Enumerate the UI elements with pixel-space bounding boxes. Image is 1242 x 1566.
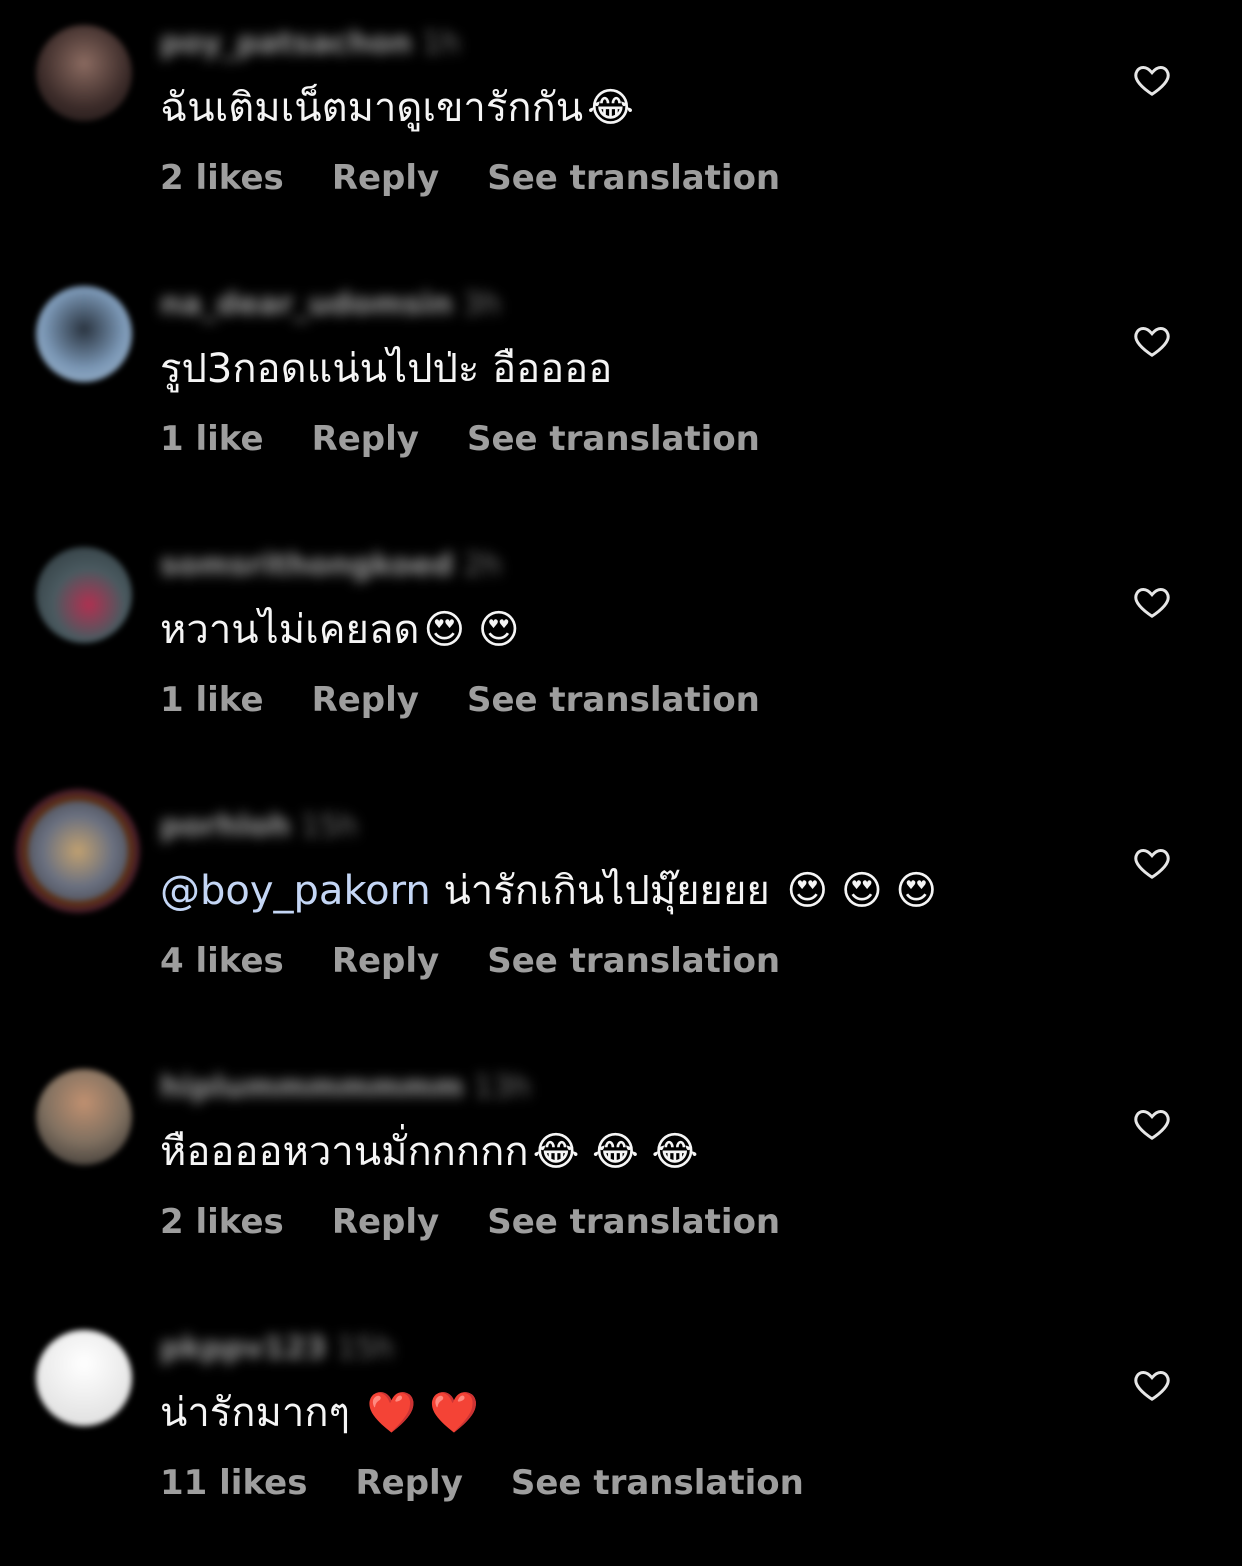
reply-button[interactable]: Reply <box>355 1463 462 1503</box>
reply-button[interactable]: Reply <box>332 941 439 981</box>
heart-icon[interactable] <box>1132 321 1172 361</box>
avatar[interactable] <box>36 1330 132 1426</box>
reply-button[interactable]: Reply <box>332 1202 439 1242</box>
comment-username[interactable]: pkppv123 15h <box>160 1331 394 1366</box>
comment-text: หวานไม่เคยลด 😍 😍 <box>160 607 520 653</box>
emoji: 😍 😍 😍 <box>786 868 938 914</box>
reply-button[interactable]: Reply <box>312 680 419 720</box>
see-translation-button[interactable]: See translation <box>467 419 760 459</box>
comment-username[interactable]: poy_patsachon 1h <box>160 26 460 61</box>
avatar[interactable] <box>36 1069 132 1165</box>
comment-text: @boy_pakorn น่ารักเกินไปมุ๊ยยยย 😍 😍 😍 <box>160 868 938 914</box>
comment-actions: 4 likes Reply See translation <box>160 941 828 981</box>
comment-time: 13h <box>473 1070 531 1105</box>
comment-text: รูป3กอดแน่นไปป่ะ อืออออ <box>160 346 613 392</box>
likes-count[interactable]: 4 likes <box>160 941 284 981</box>
comment-time: 1h <box>421 26 461 61</box>
avatar[interactable] <box>36 547 132 643</box>
comment-username[interactable]: na_dear_udomsin 3h <box>160 287 501 322</box>
avatar[interactable] <box>28 801 128 901</box>
likes-count[interactable]: 1 like <box>160 680 264 720</box>
emoji: 😂 <box>587 85 634 131</box>
comment-time: 15h <box>300 809 358 844</box>
heart-icon[interactable] <box>1132 1104 1172 1144</box>
comment-username[interactable]: somsrithongkoed 2h <box>160 548 502 583</box>
comment-item: somsrithongkoed 2h หวานไม่เคยลด 😍 😍 1 like… <box>0 522 1242 783</box>
comment-text: น่ารักมากๆ ❤️ ❤️ <box>160 1390 480 1436</box>
likes-count[interactable]: 2 likes <box>160 1202 284 1242</box>
comment-time: 15h <box>336 1331 394 1366</box>
see-translation-button[interactable]: See translation <box>487 158 780 198</box>
avatar[interactable] <box>36 286 132 382</box>
reply-button[interactable]: Reply <box>332 158 439 198</box>
likes-count[interactable]: 11 likes <box>160 1463 307 1503</box>
comment-username[interactable]: hiplummmmmmm 13h <box>160 1070 531 1105</box>
see-translation-button[interactable]: See translation <box>487 1202 780 1242</box>
comment-text: หืออออหวานมั่กกกกก 😂 😂 😂 <box>160 1129 699 1175</box>
comment-actions: 2 likes Reply See translation <box>160 1202 828 1242</box>
emoji: 😂 😂 😂 <box>532 1129 699 1175</box>
heart-icon[interactable] <box>1132 60 1172 100</box>
comment-item: poy_patsachon 1h ฉันเติมเน็ตมาดูเขารักกัน… <box>0 0 1242 261</box>
comment-username[interactable]: porhloh 15h <box>160 809 358 844</box>
heart-icon[interactable] <box>1132 843 1172 883</box>
mention-link[interactable]: @boy_pakorn <box>160 868 431 914</box>
likes-count[interactable]: 1 like <box>160 419 264 459</box>
comment-actions: 1 like Reply See translation <box>160 419 808 459</box>
comment-text: ฉันเติมเน็ตมาดูเขารักกัน 😂 <box>160 85 634 131</box>
emoji: 😍 😍 <box>423 607 520 653</box>
see-translation-button[interactable]: See translation <box>487 941 780 981</box>
comment-item: porhloh 15h @boy_pakorn น่ารักเกินไปมุ๊ยย… <box>0 783 1242 1044</box>
see-translation-button[interactable]: See translation <box>467 680 760 720</box>
comment-item: na_dear_udomsin 3h รูป3กอดแน่นไปป่ะ อือออ… <box>0 261 1242 522</box>
avatar[interactable] <box>36 25 132 121</box>
comment-item: pkppv123 15h น่ารักมากๆ ❤️ ❤️ 11 likes Rep… <box>0 1305 1242 1566</box>
heart-icon[interactable] <box>1132 582 1172 622</box>
emoji: ❤️ ❤️ <box>366 1390 480 1436</box>
comment-time: 3h <box>462 287 501 322</box>
reply-button[interactable]: Reply <box>312 419 419 459</box>
see-translation-button[interactable]: See translation <box>511 1463 804 1503</box>
comment-actions: 11 likes Reply See translation <box>160 1463 852 1503</box>
comment-actions: 2 likes Reply See translation <box>160 158 828 198</box>
comment-actions: 1 like Reply See translation <box>160 680 808 720</box>
likes-count[interactable]: 2 likes <box>160 158 284 198</box>
heart-icon[interactable] <box>1132 1365 1172 1405</box>
comment-item: hiplummmmmmm 13h หืออออหวานมั่กกกกก 😂 😂 😂 … <box>0 1044 1242 1305</box>
comment-time: 2h <box>463 548 502 583</box>
